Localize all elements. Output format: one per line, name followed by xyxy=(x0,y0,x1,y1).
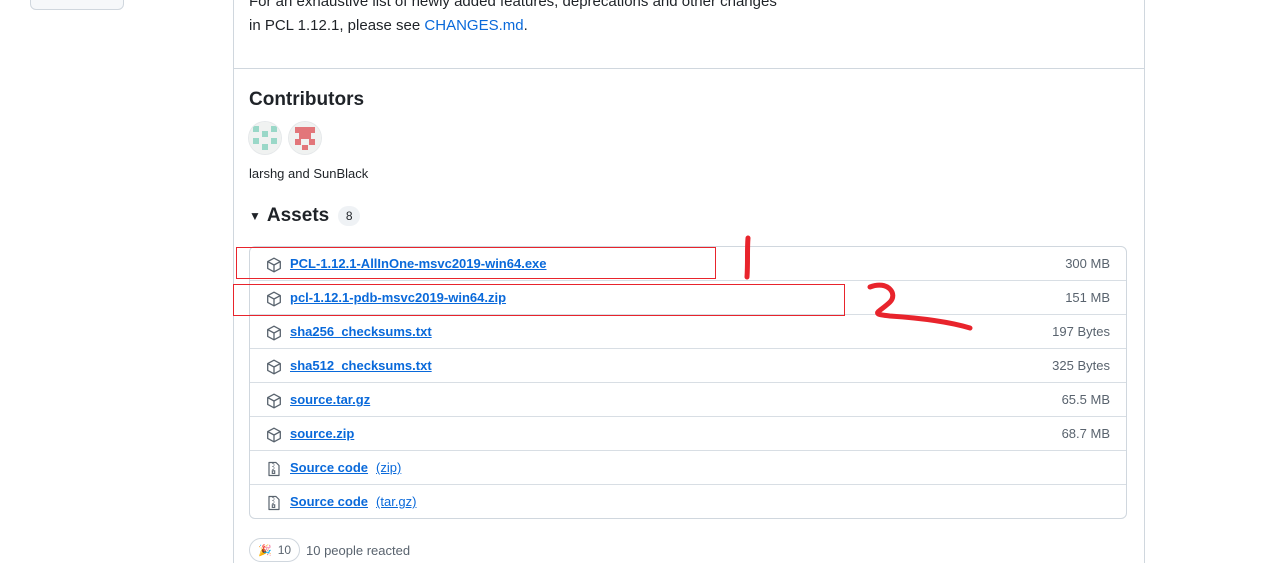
asset-name: Source code xyxy=(290,494,369,509)
asset-size: 325 Bytes xyxy=(1052,358,1110,373)
avatar[interactable] xyxy=(249,122,281,154)
reaction-summary: 10 people reacted xyxy=(306,543,411,558)
package-icon xyxy=(266,393,282,409)
asset-link[interactable]: sha256_checksums.txt xyxy=(290,324,432,339)
file-zip-icon xyxy=(266,495,282,511)
annotation-box-1 xyxy=(236,247,716,279)
asset-row: sha512_checksums.txt 325 Bytes xyxy=(250,348,1126,382)
party-popper-icon: 🎉 xyxy=(258,544,272,557)
section-divider xyxy=(233,68,1144,69)
handwritten-annotation xyxy=(744,235,973,331)
asset-row: Source code (zip) xyxy=(250,450,1126,484)
asset-size: 68.7 MB xyxy=(1061,426,1110,441)
asset-link[interactable]: Source code (tar.gz) xyxy=(290,494,417,509)
assets-toggle[interactable]: ▼ Assets 8 xyxy=(249,205,361,227)
asset-name: source.zip xyxy=(290,426,355,441)
asset-row: source.tar.gz 65.5 MB xyxy=(250,382,1126,416)
sidebar-button[interactable] xyxy=(30,0,124,10)
asset-link[interactable]: source.tar.gz xyxy=(290,392,370,407)
package-icon xyxy=(266,359,282,375)
reaction-count: 10 xyxy=(277,543,292,557)
asset-row: source.zip 68.7 MB xyxy=(250,416,1126,450)
package-icon xyxy=(266,427,282,443)
package-icon xyxy=(266,325,282,341)
release-notes-text: in PCL 1.12.1, please see xyxy=(249,17,425,34)
handwritten-mark-2 xyxy=(867,282,973,331)
reaction-button[interactable]: 🎉 10 xyxy=(249,538,301,562)
contributors-names: larshg and SunBlack xyxy=(249,166,369,181)
handwritten-mark-1 xyxy=(744,235,751,280)
changes-md-link[interactable]: CHANGES.md xyxy=(424,17,523,34)
caret-down-icon: ▼ xyxy=(249,209,261,223)
asset-size: 151 MB xyxy=(1065,290,1110,305)
identicon-larshg xyxy=(249,122,281,154)
release-notes: For an exhaustive list of newly added fe… xyxy=(249,0,777,38)
asset-link[interactable]: source.zip xyxy=(290,426,354,441)
asset-name: sha256_checksums.txt xyxy=(290,324,432,339)
asset-size: 300 MB xyxy=(1065,256,1110,271)
asset-name: sha512_checksums.txt xyxy=(290,358,432,373)
contributors-heading: Contributors xyxy=(249,89,365,110)
asset-size: 65.5 MB xyxy=(1061,392,1110,407)
asset-row: sha256_checksums.txt 197 Bytes xyxy=(250,314,1126,348)
asset-format: (zip) xyxy=(376,460,402,475)
identicon-sunblack xyxy=(289,122,321,154)
assets-count-badge: 8 xyxy=(338,206,361,226)
avatar[interactable] xyxy=(289,122,321,154)
asset-row: Source code (tar.gz) xyxy=(250,484,1126,518)
page: For an exhaustive list of newly added fe… xyxy=(0,0,1275,563)
asset-format: (tar.gz) xyxy=(376,494,417,509)
release-notes-line-1: For an exhaustive list of newly added fe… xyxy=(249,0,777,10)
release-notes-line-2: in PCL 1.12.1, please see CHANGES.md. xyxy=(249,14,777,38)
file-zip-icon xyxy=(266,461,282,477)
asset-name: source.tar.gz xyxy=(290,392,371,407)
assets-heading: Assets xyxy=(266,205,330,226)
release-notes-period: . xyxy=(523,17,528,34)
asset-name: Source code xyxy=(290,460,369,475)
asset-link[interactable]: Source code (zip) xyxy=(290,460,401,475)
asset-size: 197 Bytes xyxy=(1052,324,1110,339)
asset-link[interactable]: sha512_checksums.txt xyxy=(290,358,432,373)
